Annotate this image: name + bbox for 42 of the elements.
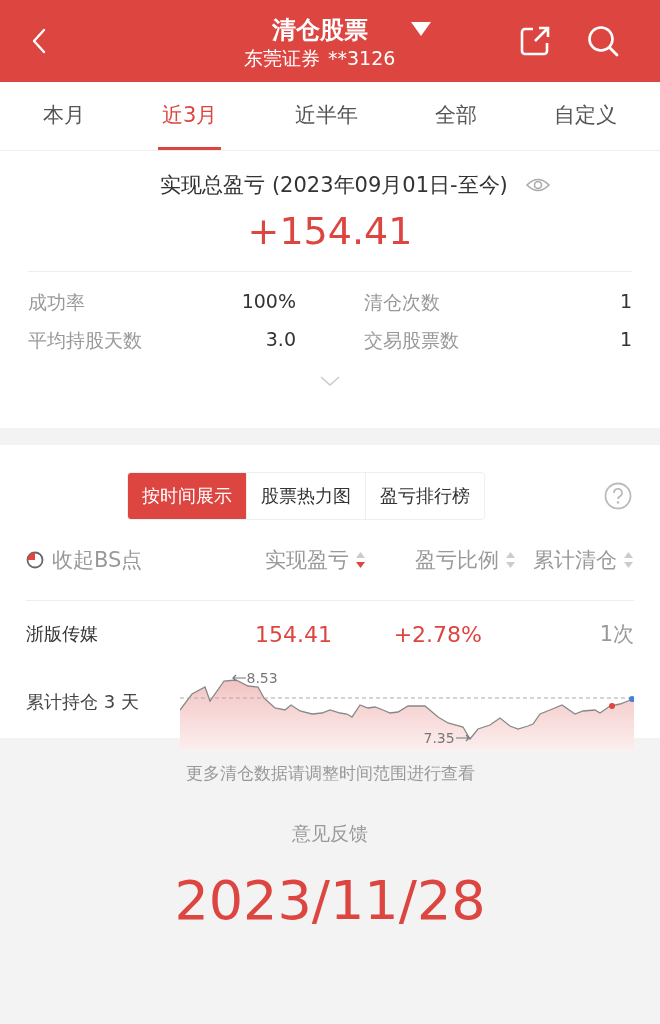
share-icon[interactable] bbox=[519, 25, 552, 57]
eye-icon[interactable] bbox=[525, 176, 550, 194]
stat-value: 1 bbox=[619, 328, 632, 352]
range-hint: 更多清仓数据请调整时间范围进行查看 bbox=[185, 762, 475, 785]
dropdown-icon[interactable] bbox=[411, 22, 432, 36]
low-price-label: 7.35 bbox=[423, 730, 455, 746]
stat-label: 成功率 bbox=[28, 290, 85, 315]
high-price-label: 8.53 bbox=[246, 670, 278, 686]
stat-label: 交易股票数 bbox=[364, 328, 459, 353]
view-tab[interactable]: 盈亏排行榜 bbox=[366, 473, 484, 519]
period-tab[interactable]: 近半年 bbox=[290, 82, 362, 150]
period-tab[interactable]: 自定义 bbox=[550, 82, 622, 150]
arrow-icon bbox=[231, 674, 246, 682]
date-text: 2023/11/28 bbox=[174, 869, 486, 932]
stat-value: 1 bbox=[619, 290, 632, 314]
column-header[interactable]: 累计清仓 bbox=[516, 546, 634, 574]
bs-toggle[interactable]: 收起BS点 bbox=[26, 546, 216, 574]
column-header[interactable]: 实现盈亏 bbox=[216, 546, 366, 574]
pie-icon bbox=[26, 551, 44, 569]
page-title: 清仓股票 bbox=[271, 15, 368, 45]
account-name: 东莞证券 bbox=[244, 46, 320, 71]
profit-value: 154.41 bbox=[254, 621, 332, 647]
period-tab[interactable]: 全部 bbox=[430, 82, 481, 150]
holding-days: 累计持仓 3 天 bbox=[26, 690, 180, 714]
feedback-link[interactable]: 意见反馈 bbox=[292, 821, 368, 847]
stat-value: 3.0 bbox=[265, 328, 296, 352]
search-icon[interactable] bbox=[587, 25, 620, 57]
back-icon[interactable] bbox=[30, 27, 48, 55]
account-number: **3126 bbox=[328, 46, 396, 71]
stock-name: 浙版传媒 bbox=[26, 622, 99, 646]
summary-title: 实现总盈亏 (2023年09月01日-至今) bbox=[160, 172, 508, 199]
stat-label: 平均持股天数 bbox=[28, 328, 142, 353]
stat-label: 清仓次数 bbox=[364, 290, 440, 315]
column-header[interactable]: 盈亏比例 bbox=[366, 546, 516, 574]
arrow-icon bbox=[455, 734, 470, 742]
profit-ratio: +2.78% bbox=[392, 621, 482, 647]
clear-count: 1次 bbox=[598, 621, 634, 648]
total-profit: +154.41 bbox=[247, 209, 413, 253]
view-tab[interactable]: 股票热力图 bbox=[247, 473, 366, 519]
period-tab[interactable]: 本月 bbox=[38, 82, 89, 150]
stat-value: 100% bbox=[241, 290, 296, 314]
view-tab[interactable]: 按时间展示 bbox=[128, 473, 247, 519]
